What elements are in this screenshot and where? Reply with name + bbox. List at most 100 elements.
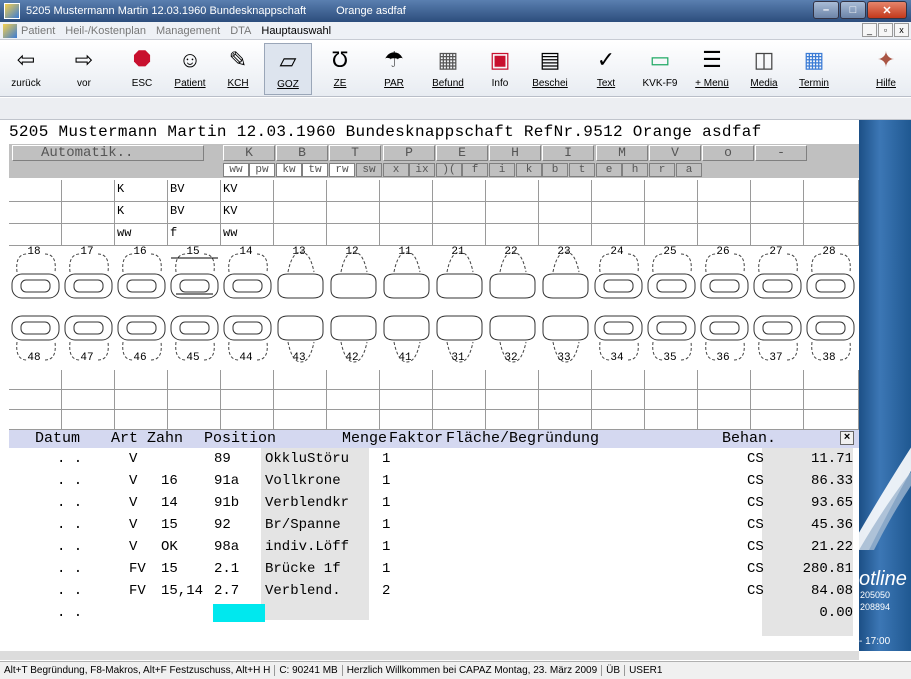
position-row[interactable]: . . V 14 91b Verblendkr 1 CS 93.65	[9, 492, 859, 514]
toolbar-zur-ck-button[interactable]: ⇦ zurück	[2, 43, 50, 95]
horizontal-scrollbar[interactable]	[0, 651, 859, 660]
status-cell[interactable]	[751, 224, 804, 246]
toolbar-goz-button[interactable]: ▱ GOZ	[264, 43, 312, 95]
status-cell[interactable]	[592, 180, 645, 202]
tooth-26-36[interactable]	[698, 246, 751, 368]
status-cell[interactable]	[698, 202, 751, 224]
toolbar-befund-button[interactable]: ▦ Befund	[424, 43, 472, 95]
status-cell[interactable]	[698, 390, 751, 410]
tooth-12-42[interactable]	[327, 246, 380, 368]
toolbar-beschei-button[interactable]: ▤ Beschei	[526, 43, 574, 95]
minimize-button[interactable]: –	[813, 1, 839, 19]
status-cell[interactable]	[539, 224, 592, 246]
tooth-21-31[interactable]	[433, 246, 486, 368]
menu-patient[interactable]: Patient	[21, 25, 55, 37]
status-cell[interactable]	[274, 410, 327, 430]
status-cell[interactable]	[433, 202, 486, 224]
tooth-24-34[interactable]	[592, 246, 645, 368]
subcolumn-cell[interactable]: h	[622, 163, 648, 177]
status-cell[interactable]	[539, 180, 592, 202]
status-cell[interactable]	[645, 180, 698, 202]
status-cell[interactable]	[9, 202, 62, 224]
status-cell[interactable]	[115, 390, 168, 410]
status-cell[interactable]	[62, 410, 115, 430]
position-input[interactable]	[213, 604, 265, 622]
status-cell[interactable]	[62, 390, 115, 410]
toolbar-kch-button[interactable]: ✎ KCH	[214, 43, 262, 95]
column-button-v[interactable]: V	[649, 145, 701, 161]
column-button-h[interactable]: H	[489, 145, 541, 161]
subcolumn-cell[interactable]: pw	[249, 163, 275, 177]
column-button-k[interactable]: K	[223, 145, 275, 161]
status-cell[interactable]	[645, 202, 698, 224]
status-cell[interactable]	[9, 390, 62, 410]
status-cell[interactable]	[274, 390, 327, 410]
status-cell[interactable]	[486, 390, 539, 410]
position-row[interactable]: . . V 89 OkkluStöru 1 CS 11.71	[9, 448, 859, 470]
toolbar-patient-button[interactable]: ☺ Patient	[166, 43, 214, 95]
status-cell[interactable]: K	[115, 202, 168, 224]
toolbar-text-button[interactable]: ✓ Text	[582, 43, 630, 95]
column-button-o[interactable]: o	[702, 145, 754, 161]
status-cell[interactable]	[9, 410, 62, 430]
tooth-16-46[interactable]	[115, 246, 168, 368]
position-row[interactable]: . . 0.00	[9, 602, 859, 624]
status-cell[interactable]	[380, 390, 433, 410]
status-cell[interactable]	[645, 390, 698, 410]
status-cell[interactable]	[698, 410, 751, 430]
status-cell[interactable]	[274, 370, 327, 390]
status-cell[interactable]	[433, 370, 486, 390]
subcolumn-cell[interactable]: e	[596, 163, 622, 177]
column-button-b[interactable]: B	[276, 145, 328, 161]
subcolumn-cell[interactable]: sw	[356, 163, 382, 177]
status-cell[interactable]	[433, 224, 486, 246]
tooth-23-33[interactable]	[539, 246, 592, 368]
status-cell[interactable]	[327, 180, 380, 202]
mdi-minimize-button[interactable]: _	[862, 23, 877, 37]
status-cell[interactable]	[62, 202, 115, 224]
status-cell[interactable]: ww	[221, 224, 274, 246]
column-button-e[interactable]: E	[436, 145, 488, 161]
toolbar-vor-button[interactable]: ⇨ vor	[60, 43, 108, 95]
tooth-13-43[interactable]	[274, 246, 327, 368]
toolbar-par-button[interactable]: ☂ PAR	[370, 43, 418, 95]
status-cell[interactable]	[115, 370, 168, 390]
tooth-18-48[interactable]	[9, 246, 62, 368]
tooth-27-37[interactable]	[751, 246, 804, 368]
toolbar-kvk-f9-button[interactable]: ▭ KVK-F9	[636, 43, 684, 95]
status-cell[interactable]	[592, 202, 645, 224]
status-cell[interactable]	[168, 370, 221, 390]
status-cell[interactable]	[751, 202, 804, 224]
status-cell[interactable]	[645, 224, 698, 246]
status-cell[interactable]: f	[168, 224, 221, 246]
subcolumn-cell[interactable]: x	[383, 163, 409, 177]
tooth-25-35[interactable]	[645, 246, 698, 368]
tooth-28-38[interactable]	[804, 246, 857, 368]
subcolumn-cell[interactable]: )(	[436, 163, 462, 177]
status-cell[interactable]	[698, 180, 751, 202]
status-cell[interactable]	[380, 370, 433, 390]
status-cell[interactable]	[645, 410, 698, 430]
toolbar-ze-button[interactable]: Ʊ ZE	[316, 43, 364, 95]
status-cell[interactable]: K	[115, 180, 168, 202]
status-cell[interactable]	[592, 410, 645, 430]
status-cell[interactable]	[592, 224, 645, 246]
status-cell[interactable]	[751, 370, 804, 390]
status-cell[interactable]	[274, 202, 327, 224]
subcolumn-cell[interactable]: rw	[329, 163, 355, 177]
column-button-m[interactable]: M	[596, 145, 648, 161]
status-cell[interactable]	[539, 390, 592, 410]
status-cell[interactable]	[327, 410, 380, 430]
column-button-dash[interactable]: -	[755, 145, 807, 161]
subcolumn-cell[interactable]: k	[516, 163, 542, 177]
status-cell[interactable]	[115, 410, 168, 430]
position-row[interactable]: . . V 16 91a Vollkrone 1 CS 86.33	[9, 470, 859, 492]
status-cell[interactable]	[751, 410, 804, 430]
tooth-15-45[interactable]	[168, 246, 221, 368]
status-cell[interactable]	[380, 224, 433, 246]
status-cell[interactable]	[380, 202, 433, 224]
status-cell[interactable]	[486, 410, 539, 430]
status-cell[interactable]	[274, 224, 327, 246]
subcolumn-cell[interactable]: a	[676, 163, 702, 177]
status-cell[interactable]	[62, 370, 115, 390]
